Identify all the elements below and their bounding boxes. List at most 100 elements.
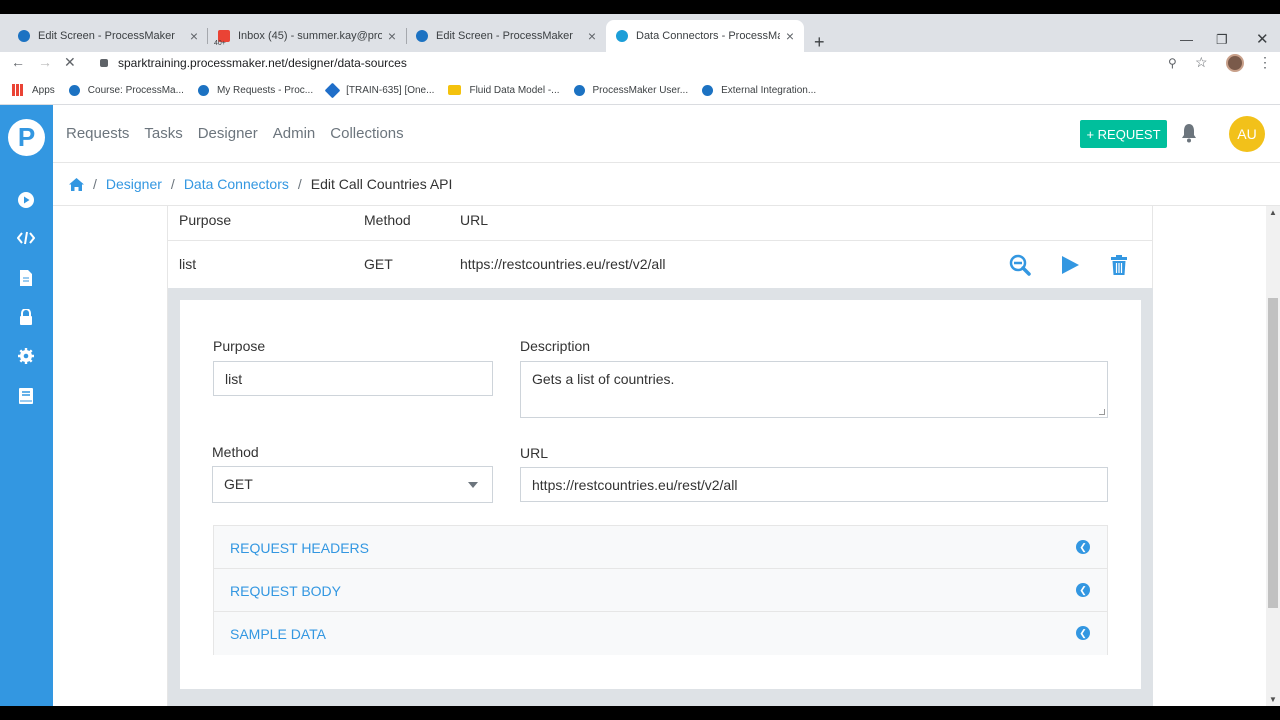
browser-tab[interactable]: Inbox (45) - summer.kay@proce × — [208, 20, 406, 52]
trash-icon[interactable] — [1108, 254, 1130, 276]
endpoint-form: Purpose list Description Gets a list of … — [180, 300, 1141, 689]
browser-menu-icon[interactable]: ⋮ — [1258, 54, 1272, 71]
bookmark-label: My Requests - Proc... — [216, 84, 314, 96]
sidebar-requests-icon[interactable] — [17, 191, 35, 209]
main-content: Purpose Method URL list GET https://rest… — [53, 206, 1280, 720]
cell-url: https://restcountries.eu/rest/v2/all — [460, 256, 666, 272]
zoom-icon[interactable]: ⚲ — [1168, 56, 1177, 70]
col-method: Method — [364, 212, 411, 228]
col-url: URL — [460, 212, 489, 228]
nav-collections[interactable]: Collections — [330, 125, 403, 142]
home-icon[interactable] — [69, 177, 84, 191]
address-bar: ← → ✕ sparktraining.processmaker.net/des… — [0, 52, 1280, 76]
endpoint-detail-panel: Purpose list Description Gets a list of … — [168, 288, 1153, 720]
sidebar-document-icon[interactable] — [17, 269, 35, 287]
bookmark-label: ProcessMaker User... — [592, 84, 689, 96]
accordion-request-headers[interactable]: REQUEST HEADERS ❮ — [214, 526, 1107, 569]
description-textarea[interactable]: Gets a list of countries. — [520, 361, 1108, 418]
nav-tasks[interactable]: Tasks — [144, 125, 182, 142]
processmaker-icon — [573, 84, 585, 96]
new-request-button[interactable]: + REQUEST — [1080, 120, 1167, 148]
close-window-icon[interactable]: ✕ — [1256, 30, 1269, 48]
bookmark-item[interactable]: ProcessMaker User... — [573, 84, 689, 96]
bottom-letterbox — [0, 706, 1280, 720]
scroll-up-icon[interactable]: ▲ — [1269, 208, 1277, 217]
table-row[interactable]: list GET https://restcountries.eu/rest/v… — [168, 241, 1153, 288]
endpoints-table-header: Purpose Method URL — [168, 206, 1153, 241]
nav-designer[interactable]: Designer — [198, 125, 258, 142]
browser-tab[interactable]: Edit Screen - ProcessMaker × — [406, 20, 606, 52]
breadcrumb-designer[interactable]: Designer — [106, 176, 162, 192]
bookmark-item[interactable]: Fluid Data Model -... — [448, 84, 560, 96]
endpoints-card: Purpose Method URL list GET https://rest… — [167, 206, 1153, 720]
bookmark-item[interactable]: Course: ProcessMa... — [68, 84, 184, 96]
sidebar-lock-icon[interactable] — [17, 308, 35, 326]
tab-title: Data Connectors - ProcessMaker — [636, 30, 780, 42]
zoom-out-icon[interactable] — [1009, 254, 1031, 276]
browser-tab[interactable]: Edit Screen - ProcessMaker × — [8, 20, 208, 52]
page-scrollbar-thumb[interactable] — [1268, 298, 1278, 608]
forward-icon[interactable]: → — [38, 54, 52, 70]
url-label: URL — [520, 445, 549, 461]
endpoint-accordion: REQUEST HEADERS ❮ REQUEST BODY ❮ SAMPLE … — [213, 525, 1108, 655]
minimize-icon[interactable]: — — [1180, 32, 1193, 47]
user-avatar[interactable]: AU — [1229, 116, 1265, 152]
bookmark-item[interactable]: My Requests - Proc... — [197, 84, 314, 96]
purpose-label: Purpose — [213, 338, 266, 354]
processmaker-icon — [702, 84, 714, 96]
processmaker-icon — [18, 30, 30, 42]
nav-requests[interactable]: Requests — [66, 125, 129, 142]
col-purpose: Purpose — [179, 212, 232, 228]
close-tab-icon[interactable]: × — [786, 28, 794, 44]
accordion-sample-data[interactable]: SAMPLE DATA ❮ — [214, 612, 1107, 655]
maximize-icon[interactable]: ❐ — [1216, 32, 1228, 48]
chevron-left-icon: ❮ — [1076, 626, 1090, 640]
notifications-bell-icon[interactable] — [1181, 123, 1197, 143]
chevron-left-icon: ❮ — [1076, 540, 1090, 554]
breadcrumb-current: Edit Call Countries API — [310, 176, 453, 192]
close-tab-icon[interactable]: × — [388, 28, 396, 44]
description-label: Description — [520, 338, 591, 354]
bookmark-star-icon[interactable]: ☆ — [1195, 54, 1208, 71]
url-input[interactable]: https://restcountries.eu/rest/v2/all — [520, 467, 1108, 502]
chevron-left-icon: ❮ — [1076, 583, 1090, 597]
bookmark-item[interactable]: External Integration... — [702, 84, 817, 96]
browser-tab-active[interactable]: Data Connectors - ProcessMaker × — [606, 20, 804, 52]
apps-grid-icon — [12, 84, 24, 96]
url-field[interactable]: sparktraining.processmaker.net/designer/… — [118, 56, 407, 70]
method-select[interactable]: GET — [212, 466, 493, 503]
tab-title: Inbox (45) - summer.kay@proce — [238, 30, 382, 42]
purpose-input[interactable]: list — [213, 361, 493, 396]
sidebar-settings-icon[interactable] — [17, 347, 35, 365]
breadcrumb-data-connectors[interactable]: Data Connectors — [184, 176, 289, 192]
bookmark-apps[interactable]: Apps — [12, 84, 55, 96]
play-icon[interactable] — [1059, 254, 1081, 276]
browser-profile-avatar[interactable] — [1226, 54, 1244, 72]
processmaker-logo[interactable]: P — [8, 119, 45, 156]
back-icon[interactable]: ← — [11, 54, 25, 70]
accordion-request-body[interactable]: REQUEST BODY ❮ — [214, 569, 1107, 612]
scroll-down-icon[interactable]: ▼ — [1269, 695, 1277, 704]
folder-icon — [448, 85, 462, 95]
bookmark-label: [TRAIN-635] [One... — [346, 84, 435, 96]
close-tab-icon[interactable]: × — [588, 28, 596, 44]
resize-handle-icon[interactable] — [1099, 409, 1105, 415]
tab-title: Edit Screen - ProcessMaker — [38, 30, 175, 42]
stop-icon[interactable]: ✕ — [64, 54, 76, 71]
bookmark-label: Apps — [32, 84, 55, 96]
app-sidebar: P — [0, 105, 53, 720]
bookmark-label: Fluid Data Model -... — [469, 84, 560, 96]
app-top-nav: Requests Tasks Designer Admin Collection… — [53, 105, 1280, 163]
processmaker-icon — [197, 84, 209, 96]
accordion-label: SAMPLE DATA — [230, 626, 326, 642]
sidebar-book-icon[interactable] — [17, 387, 35, 405]
accordion-label: REQUEST HEADERS — [230, 540, 369, 556]
new-tab-button[interactable]: + — [814, 32, 825, 53]
close-tab-icon[interactable]: × — [190, 28, 198, 44]
sidebar-code-icon[interactable] — [17, 229, 35, 247]
bookmarks-bar: Apps Course: ProcessMa... My Requests - … — [0, 79, 1280, 101]
accordion-label: REQUEST BODY — [230, 583, 341, 599]
bookmark-item[interactable]: [TRAIN-635] [One... — [324, 82, 435, 98]
bookmark-label: External Integration... — [721, 84, 817, 96]
nav-admin[interactable]: Admin — [273, 125, 316, 142]
